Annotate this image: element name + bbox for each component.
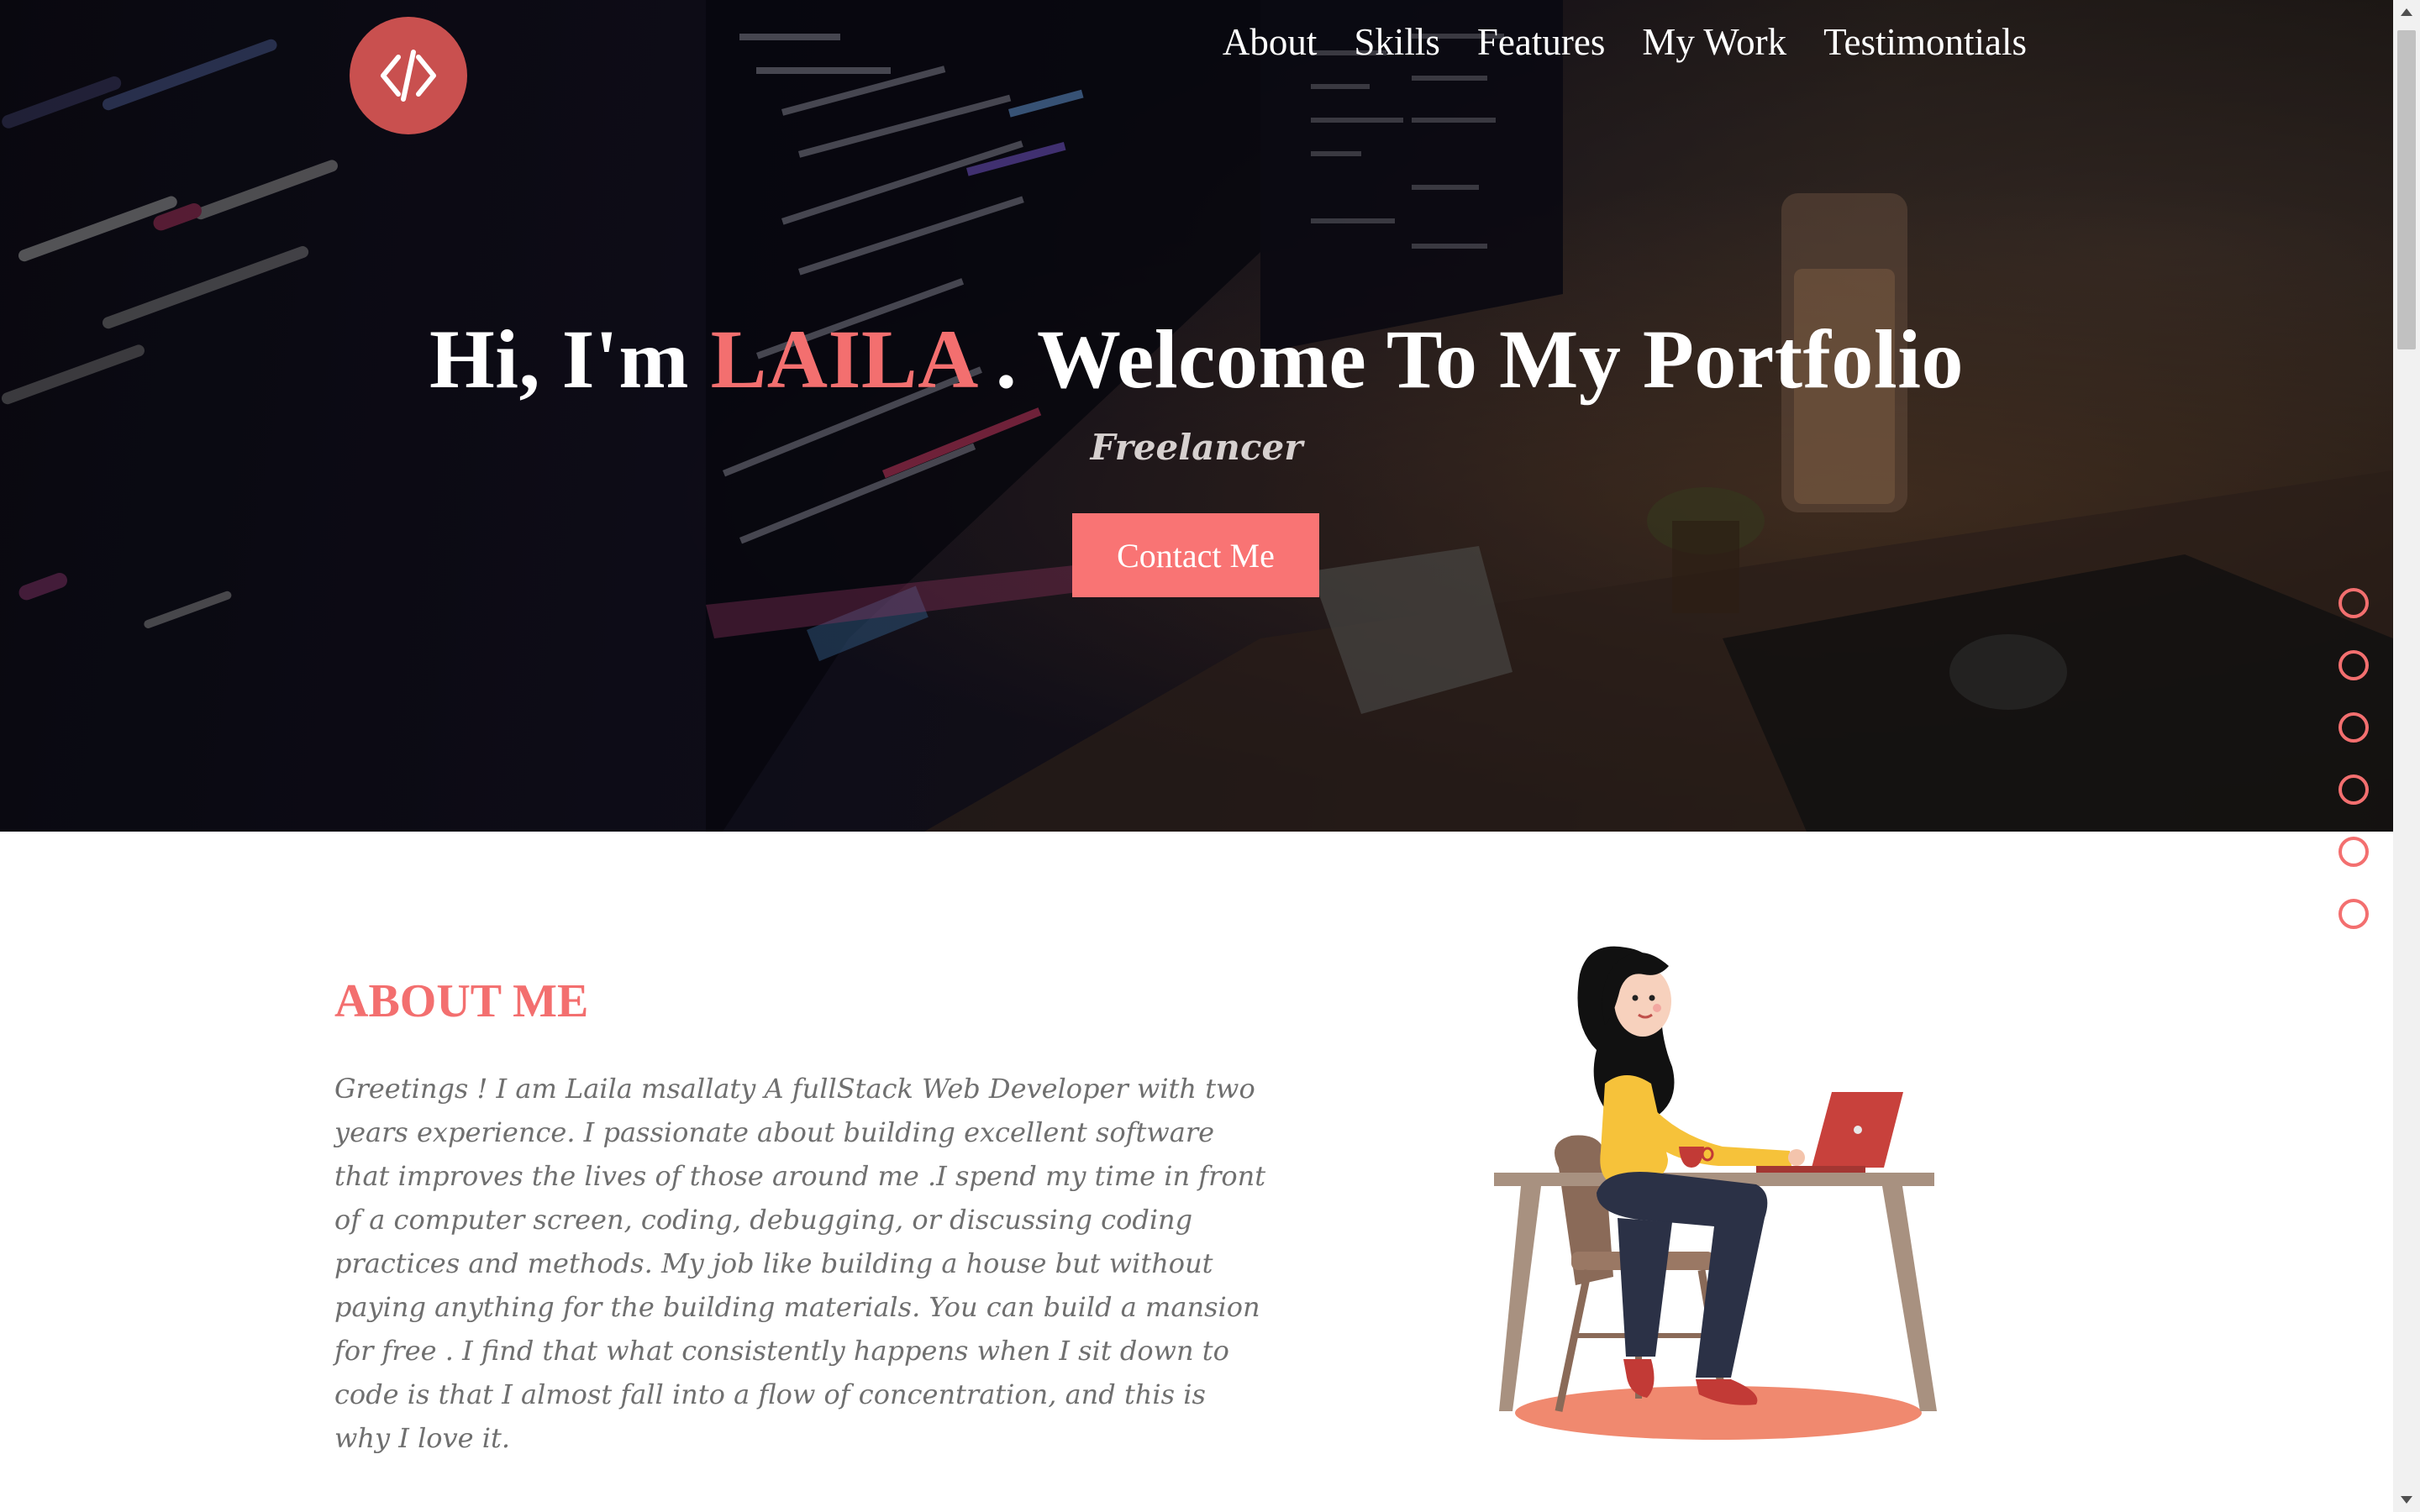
hero-section: About Skills Features My Work Testimonti… [0, 0, 2393, 832]
page-scrollbar[interactable] [2393, 0, 2420, 1512]
woman-working-on-laptop-illustration [1494, 946, 1937, 1440]
hero-title-name: LAILA [710, 312, 975, 406]
code-brackets-icon [381, 50, 436, 102]
logo[interactable] [350, 17, 467, 134]
about-description: Greetings ! I am Laila msallaty A fullSt… [334, 1073, 1266, 1454]
hero-title-welcome: . Welcome To My Portfolio [974, 312, 1964, 406]
section-dot-4[interactable] [2338, 774, 2369, 805]
hero-title: Hi, I'm LAILA . Welcome To My Portfolio [0, 311, 2393, 407]
section-dot-2[interactable] [2338, 650, 2369, 680]
nav-link-about[interactable]: About [1223, 20, 1318, 64]
nav-link-features[interactable]: Features [1477, 20, 1605, 64]
section-dot-1[interactable] [2338, 588, 2369, 618]
about-title: ABOUT ME [334, 975, 589, 1027]
nav-link-my-work[interactable]: My Work [1642, 20, 1786, 64]
hero-overlay [0, 0, 2393, 832]
section-dot-5[interactable] [2338, 837, 2369, 867]
section-dot-3[interactable] [2338, 712, 2369, 743]
nav-link-testimonials[interactable]: Testimontials [1823, 20, 2027, 64]
top-navigation: About Skills Features My Work Testimonti… [1223, 20, 2027, 64]
contact-me-button[interactable]: Contact Me [1072, 513, 1319, 597]
hero-subtitle: Freelancer [1090, 427, 1303, 468]
scroll-down-arrow-icon[interactable] [2401, 1496, 2412, 1504]
scrollbar-thumb[interactable] [2397, 30, 2416, 349]
nav-link-skills[interactable]: Skills [1354, 20, 1440, 64]
scroll-up-arrow-icon[interactable] [2401, 8, 2412, 16]
section-dot-6[interactable] [2338, 899, 2369, 929]
hero-title-greeting: Hi, I'm [429, 312, 711, 406]
section-dot-navigation [2338, 588, 2369, 929]
